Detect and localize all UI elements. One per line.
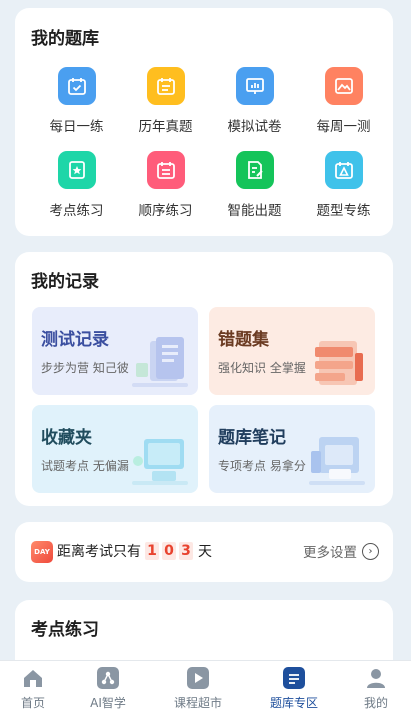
record-card-wrong-answers[interactable]: 错题集 强化知识 全掌握	[209, 307, 375, 395]
record-card-subtitle: 强化知识 全掌握	[218, 361, 306, 375]
records-card: 我的记录 测试记录 步步为营 知己彼 错题集 强化知识 全掌握 收藏夹 试题考点…	[15, 252, 393, 506]
bank-item-label: 顺序练习	[138, 203, 193, 219]
countdown-digit: 0	[162, 542, 176, 560]
tab-question-bank[interactable]: 题库专区	[253, 667, 335, 711]
document-edit-icon	[235, 151, 274, 189]
calendar-list-icon	[146, 67, 185, 105]
document-stack-illustration	[132, 337, 188, 387]
user-icon	[365, 667, 387, 689]
calendar-list-icon	[146, 151, 185, 189]
triangle-warning-icon	[324, 151, 363, 189]
bottom-tab-bar: 首页 AI智学 课程超市 题库专区 我的	[0, 660, 411, 712]
section-title-question-bank: 我的题库	[31, 29, 99, 49]
presentation-chart-icon	[235, 67, 274, 105]
wrong-list-illustration	[315, 341, 363, 385]
record-card-test-history[interactable]: 测试记录 步步为营 知己彼	[32, 307, 198, 395]
play-icon	[187, 667, 209, 689]
bank-item-label: 每周一测	[316, 119, 371, 135]
bank-item-label: 智能出题	[227, 203, 282, 219]
calendar-check-icon	[57, 67, 96, 105]
countdown-digit: 3	[179, 542, 193, 560]
bank-item-sequential-practice[interactable]: 顺序练习	[121, 151, 210, 219]
section-title-point-practice: 考点练习	[31, 620, 99, 640]
countdown-digits: 1 0 3	[145, 542, 196, 560]
exam-countdown-card: DAY 距离考试只有 1 0 3 天 更多设置 ›	[15, 522, 393, 582]
question-bank-card: 我的题库 每日一练 历年真题 模拟试卷 每周一测 考点练习 顺序练习 智能出题 …	[15, 8, 393, 236]
countdown-text: 距离考试只有 1 0 3 天	[57, 541, 212, 561]
calendar-day-icon: DAY	[31, 541, 53, 563]
bank-item-weekly-test[interactable]: 每周一测	[299, 67, 388, 135]
tab-home[interactable]: 首页	[0, 667, 74, 711]
calendar-day-icon-text: DAY	[34, 548, 50, 556]
favorites-screen-illustration	[132, 439, 188, 485]
home-icon	[22, 667, 44, 689]
tab-label: 题库专区	[269, 696, 318, 710]
tab-course-market[interactable]: 课程超市	[157, 667, 239, 711]
bank-item-label: 历年真题	[138, 119, 193, 135]
star-badge-icon	[57, 151, 96, 189]
countdown-digit: 1	[145, 542, 159, 560]
record-card-favorites[interactable]: 收藏夹 试题考点 无偏漏	[32, 405, 198, 493]
bank-item-past-exams[interactable]: 历年真题	[121, 67, 210, 135]
countdown-suffix: 天	[198, 544, 212, 560]
tab-mine[interactable]: 我的	[335, 667, 411, 711]
record-card-title: 测试记录	[41, 330, 109, 350]
record-card-title: 题库笔记	[218, 428, 286, 448]
bank-item-mock-papers[interactable]: 模拟试卷	[210, 67, 299, 135]
chevron-right-circle-icon: ›	[362, 542, 379, 560]
bank-item-label: 题型专练	[316, 203, 371, 219]
tab-ai-learning[interactable]: AI智学	[67, 667, 149, 711]
record-card-title: 收藏夹	[41, 428, 92, 448]
bank-item-type-drill[interactable]: 题型专练	[299, 151, 388, 219]
more-settings-label: 更多设置	[303, 545, 357, 561]
tab-label: AI智学	[90, 696, 126, 710]
ai-network-icon	[97, 667, 119, 689]
bank-item-label: 模拟试卷	[227, 119, 282, 135]
document-icon	[283, 667, 305, 689]
tab-label: 课程超市	[173, 696, 222, 710]
picture-icon	[324, 67, 363, 105]
record-card-notes[interactable]: 题库笔记 专项考点 易拿分	[209, 405, 375, 493]
bank-item-label: 考点练习	[49, 203, 104, 219]
notes-illustration	[309, 437, 365, 485]
section-title-records: 我的记录	[31, 272, 99, 292]
tab-label: 我的	[363, 696, 388, 710]
bank-item-daily-practice[interactable]: 每日一练	[32, 67, 121, 135]
record-card-subtitle: 步步为营 知己彼	[41, 361, 129, 375]
record-card-title: 错题集	[218, 330, 269, 350]
tab-label: 首页	[20, 696, 45, 710]
bank-item-smart-generate[interactable]: 智能出题	[210, 151, 299, 219]
bank-item-label: 每日一练	[49, 119, 104, 135]
record-card-subtitle: 试题考点 无偏漏	[41, 459, 129, 473]
countdown-prefix: 距离考试只有	[57, 544, 141, 560]
record-card-subtitle: 专项考点 易拿分	[218, 459, 306, 473]
bank-item-point-practice[interactable]: 考点练习	[32, 151, 121, 219]
more-settings-button[interactable]: 更多设置 ›	[303, 541, 379, 561]
